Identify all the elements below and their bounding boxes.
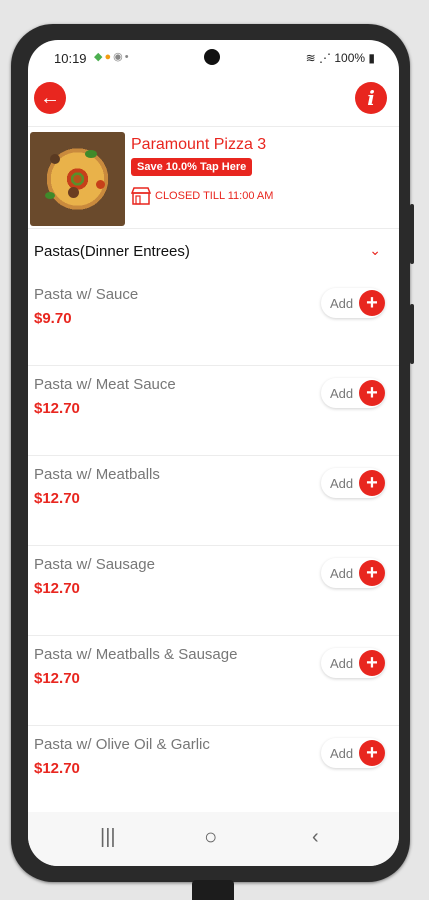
info-button[interactable]: i (355, 82, 387, 114)
android-nav-bar: ||| ○ ‹ (28, 812, 399, 866)
plus-icon[interactable]: + (359, 740, 385, 766)
item-price: $12.70 (34, 760, 80, 777)
restaurant-name: Paramount Pizza 3 (131, 136, 267, 153)
status-time: 10:19 (54, 51, 87, 66)
nav-back-icon[interactable]: ‹ (312, 826, 319, 849)
add-label: Add (330, 656, 354, 671)
notification-icons: ◆●◉• (94, 51, 131, 63)
save-amount: 10.0% Tap Here (165, 161, 247, 173)
add-button[interactable]: Add + (321, 468, 385, 498)
battery-icon: ▮ (365, 51, 375, 65)
plus-icon[interactable]: + (359, 650, 385, 676)
add-button[interactable]: Add + (321, 648, 385, 678)
add-button[interactable]: Add + (321, 378, 385, 408)
restaurant-image (30, 132, 125, 226)
item-price: $12.70 (34, 580, 80, 597)
front-camera (204, 49, 220, 65)
item-price: $12.70 (34, 670, 80, 687)
plus-icon[interactable]: + (359, 290, 385, 316)
restaurant-status: CLOSED TILL 11:00 AM (131, 186, 273, 206)
menu-item[interactable]: Pasta w/ Sausage $12.70 Add + (28, 546, 399, 636)
arrow-left-icon: ← (40, 86, 60, 109)
item-name: Pasta w/ Meatballs & Sausage (34, 646, 238, 663)
category-header[interactable]: Pastas(Dinner Entrees) ⌄ (28, 228, 399, 276)
menu-item[interactable]: Pasta w/ Meatballs $12.70 Add + (28, 456, 399, 546)
menu-item[interactable]: Pasta w/ Meatballs & Sausage $12.70 Add + (28, 636, 399, 726)
item-price: $12.70 (34, 490, 80, 507)
status-right: ≋ ⋰ 100% ▮ (306, 51, 375, 65)
restaurant-card[interactable]: Paramount Pizza 3 Save 10.0% Tap Here CL… (28, 132, 399, 228)
item-name: Pasta w/ Meatballs (34, 466, 160, 483)
header-divider (28, 126, 399, 127)
volume-button (410, 204, 414, 264)
app-screen: 10:19 ◆●◉• ≋ ⋰ 100% ▮ ← i Paramount Pizz… (28, 40, 399, 866)
plus-icon[interactable]: + (359, 470, 385, 496)
add-label: Add (330, 476, 354, 491)
item-name: Pasta w/ Sausage (34, 556, 155, 573)
add-label: Add (330, 296, 354, 311)
status-text: CLOSED TILL 11:00 AM (155, 190, 274, 202)
item-price: $12.70 (34, 400, 80, 417)
plus-icon[interactable]: + (359, 380, 385, 406)
add-label: Add (330, 746, 354, 761)
item-name: Pasta w/ Sauce (34, 286, 139, 303)
category-title: Pastas(Dinner Entrees) (34, 243, 190, 260)
menu-item[interactable]: Pasta w/ Meat Sauce $12.70 Add + (28, 366, 399, 456)
save-prefix: Save (137, 161, 166, 173)
plus-icon[interactable]: + (359, 560, 385, 586)
battery-level: 100% (334, 51, 366, 65)
home-icon[interactable]: ○ (204, 824, 217, 850)
add-label: Add (330, 566, 354, 581)
add-label: Add (330, 386, 354, 401)
back-button[interactable]: ← (34, 82, 66, 114)
wifi-icon: ≋ ⋰ (305, 51, 335, 65)
add-button[interactable]: Add + (321, 288, 385, 318)
info-icon: i (367, 86, 375, 110)
save-offer-badge[interactable]: Save 10.0% Tap Here (131, 158, 253, 176)
add-button[interactable]: Add + (321, 558, 385, 588)
item-name: Pasta w/ Meat Sauce (34, 376, 176, 393)
power-button (410, 304, 414, 364)
menu-item[interactable]: Pasta w/ Sauce $9.70 Add + (28, 276, 399, 366)
item-name: Pasta w/ Olive Oil & Garlic (34, 736, 210, 753)
recent-apps-icon[interactable]: ||| (100, 826, 116, 849)
store-icon (131, 187, 151, 205)
chevron-down-icon[interactable]: ⌄ (369, 242, 381, 259)
usb-cable (192, 880, 234, 900)
menu-item[interactable]: Pasta w/ Olive Oil & Garlic $12.70 Add + (28, 726, 399, 816)
add-button[interactable]: Add + (321, 738, 385, 768)
status-bar: 10:19 ◆●◉• ≋ ⋰ 100% ▮ (28, 40, 399, 76)
item-price: $9.70 (34, 310, 72, 327)
